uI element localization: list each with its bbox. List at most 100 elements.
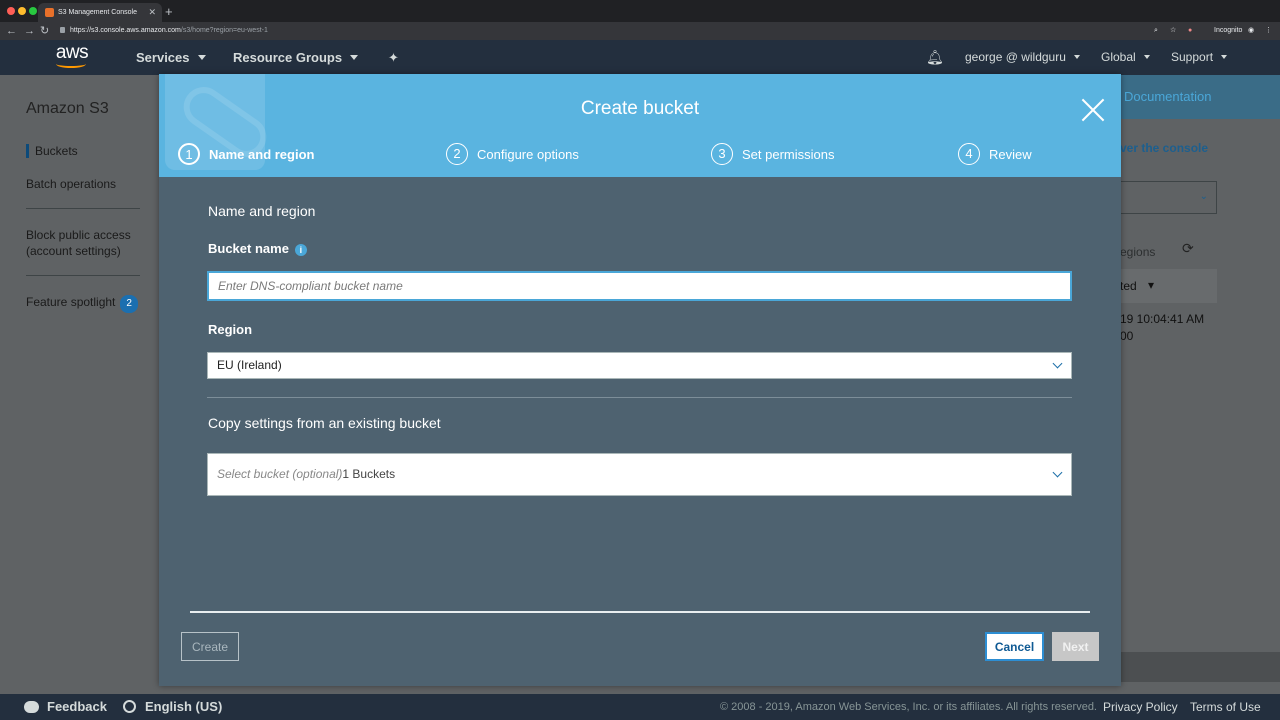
- aws-logo[interactable]: aws: [53, 43, 91, 71]
- region-select-value: EU (Ireland): [217, 358, 282, 372]
- extension-icon[interactable]: ●: [1188, 24, 1192, 38]
- step-label: Review: [989, 147, 1032, 162]
- footer-divider: [190, 611, 1090, 613]
- chevron-down-icon: [1052, 467, 1063, 478]
- table-header: ted ▾: [1110, 269, 1217, 303]
- aws-smile-icon: [56, 60, 86, 68]
- create-bucket-modal: Create bucket 1 Name and region 2 Configur…: [159, 74, 1121, 686]
- forward-icon[interactable]: →: [24, 24, 35, 38]
- incognito-icon[interactable]: ◉: [1248, 24, 1254, 38]
- language-selector[interactable]: English (US): [123, 700, 222, 714]
- background-dropdown[interactable]: ⌄: [1110, 181, 1217, 214]
- user-label: george @ wildguru: [965, 50, 1066, 64]
- chevron-down-icon: [1052, 358, 1063, 369]
- bookmark-star-icon[interactable]: ☆: [1170, 24, 1176, 38]
- chat-bubble-icon: [24, 701, 39, 713]
- sort-icon[interactable]: ▾: [1148, 278, 1154, 292]
- region-label: Region: [208, 322, 253, 337]
- count-badge: 2: [120, 295, 138, 313]
- copy-settings-title: Copy settings from an existing bucket: [208, 415, 441, 431]
- tab-close-icon[interactable]: ✕: [148, 3, 156, 22]
- sidebar: Amazon S3 Buckets Batch operations Block…: [0, 75, 160, 694]
- privacy-policy-link[interactable]: Privacy Policy: [1103, 700, 1178, 714]
- background-panel: [1120, 652, 1280, 682]
- sidebar-divider: [26, 275, 140, 276]
- language-label: English (US): [145, 699, 223, 714]
- cancel-button[interactable]: Cancel: [985, 632, 1044, 661]
- step-label: Set permissions: [742, 147, 835, 162]
- user-menu[interactable]: george @ wildguru: [965, 50, 1080, 65]
- sidebar-item-block-public-access[interactable]: Block public access (account settings): [26, 227, 131, 259]
- step-set-permissions[interactable]: 3 Set permissions: [711, 143, 834, 167]
- zoom-icon[interactable]: ⌕: [1154, 24, 1158, 38]
- step-number: 2: [446, 143, 468, 165]
- pin-icon[interactable]: ✦: [388, 49, 399, 66]
- support-menu[interactable]: Support: [1171, 50, 1228, 65]
- copy-bucket-select[interactable]: Select bucket (optional)1 Buckets: [207, 453, 1072, 496]
- step-label: Configure options: [477, 147, 579, 162]
- sidebar-item-feature-spotlight[interactable]: Feature spotlight 2: [26, 294, 138, 313]
- step-number: 3: [711, 143, 733, 165]
- step-review[interactable]: 4 Review: [958, 143, 1032, 167]
- support-label: Support: [1171, 50, 1214, 64]
- feature-spotlight-label: Feature spotlight: [26, 295, 116, 309]
- step-number: 4: [958, 143, 980, 165]
- sidebar-item-buckets[interactable]: Buckets: [35, 143, 78, 159]
- browser-tab-bar: S3 Management Console ✕ +: [0, 0, 1280, 22]
- create-button[interactable]: Create: [181, 632, 239, 661]
- maximize-window-dot[interactable]: [29, 7, 37, 15]
- back-icon[interactable]: ←: [6, 24, 17, 38]
- footer: Feedback English (US) © 2008 - 2019, Ama…: [0, 694, 1280, 720]
- info-icon[interactable]: i: [294, 244, 307, 256]
- date-cell: 19 10:04:41 AM: [1120, 312, 1205, 326]
- resource-groups-menu[interactable]: Resource Groups: [233, 49, 359, 66]
- address-bar: ← → ↻ https://s3.console.aws.amazon.com/…: [0, 22, 1280, 40]
- bell-icon[interactable]: 🔔︎: [926, 50, 944, 65]
- sidebar-divider: [26, 208, 140, 209]
- feedback-label: Feedback: [47, 699, 107, 714]
- chevron-down-icon: [197, 55, 206, 60]
- modal-header: Create bucket 1 Name and region 2 Configur…: [159, 74, 1121, 177]
- reload-icon[interactable]: ↻: [40, 24, 49, 38]
- url-field[interactable]: https://s3.console.aws.amazon.com/s3/hom…: [60, 24, 1140, 38]
- copyright-text: © 2008 - 2019, Amazon Web Services, Inc.…: [720, 701, 1097, 713]
- refresh-icon[interactable]: ⟳: [1182, 240, 1194, 257]
- browser-tab[interactable]: S3 Management Console ✕: [38, 3, 162, 22]
- bucket-name-input[interactable]: [208, 272, 1071, 300]
- close-icon[interactable]: [1080, 97, 1106, 123]
- section-title: Name and region: [208, 203, 316, 219]
- globe-icon: [123, 700, 136, 713]
- region-select[interactable]: EU (Ireland): [207, 352, 1072, 379]
- region-menu[interactable]: Global: [1101, 50, 1150, 65]
- bucket-name-label-text: Bucket name: [208, 241, 289, 256]
- feedback-button[interactable]: Feedback: [24, 700, 107, 714]
- minimize-window-dot[interactable]: [18, 7, 26, 15]
- sidebar-title: Amazon S3: [26, 100, 109, 117]
- chevron-down-icon: [1073, 55, 1080, 59]
- section-divider: [207, 397, 1072, 398]
- url-path: /s3/home?region=eu-west-1: [180, 27, 268, 34]
- chevron-down-icon: [350, 55, 359, 60]
- bucket-name-label: Bucket name i: [208, 241, 307, 257]
- copy-bucket-placeholder: Select bucket (optional): [217, 467, 343, 481]
- lock-icon: [60, 27, 65, 33]
- regions-text: egions: [1120, 245, 1156, 259]
- tab-title: S3 Management Console: [58, 9, 137, 16]
- step-configure-options[interactable]: 2 Configure options: [446, 143, 579, 167]
- menu-kebab-icon[interactable]: ⋮: [1265, 24, 1272, 38]
- step-number: 1: [178, 143, 200, 165]
- new-tab-button[interactable]: +: [165, 3, 173, 20]
- terms-of-use-link[interactable]: Terms of Use: [1190, 700, 1261, 714]
- bucket-count: 1 Buckets: [342, 467, 396, 481]
- step-name-and-region[interactable]: 1 Name and region: [178, 143, 314, 167]
- step-label: Name and region: [209, 147, 315, 162]
- services-menu[interactable]: Services: [136, 49, 206, 66]
- column-header[interactable]: ted: [1120, 279, 1137, 293]
- aws-header: aws Services Resource Groups ✦ 🔔︎ george…: [0, 40, 1280, 75]
- sidebar-item-batch-operations[interactable]: Batch operations: [26, 176, 116, 192]
- next-button[interactable]: Next: [1052, 632, 1099, 661]
- documentation-link[interactable]: Documentation: [1120, 75, 1280, 119]
- modal-title: Create bucket: [580, 98, 700, 119]
- console-link[interactable]: ver the console: [1120, 141, 1208, 155]
- close-window-dot[interactable]: [7, 7, 15, 15]
